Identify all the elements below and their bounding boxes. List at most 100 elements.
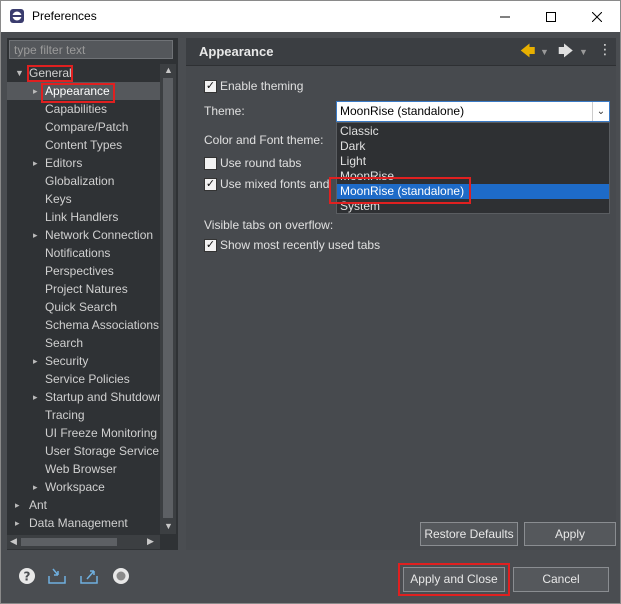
- forward-dropdown-icon[interactable]: ▼: [579, 47, 588, 57]
- theme-select-value: MoonRise (standalone): [340, 104, 465, 118]
- preferences-page: Appearance 🡄 ▼ 🡆 ▼ ⋮ ✓ Enable theming Th…: [186, 38, 616, 550]
- enable-theming-checkbox[interactable]: ✓ Enable theming: [204, 77, 424, 95]
- theme-select[interactable]: MoonRise (standalone) ⌄: [336, 101, 610, 122]
- theme-option[interactable]: System: [337, 199, 609, 214]
- page-title: Appearance: [199, 44, 274, 59]
- checkbox-checked-icon: ✓: [204, 80, 217, 93]
- chevron-right-icon: ▸: [33, 482, 38, 492]
- tree-vertical-scrollbar[interactable]: ▲ ▼: [160, 64, 176, 534]
- chevron-down-icon: ▼: [15, 68, 24, 78]
- checkbox-unchecked-icon: [204, 157, 217, 170]
- theme-label: Theme:: [204, 104, 245, 118]
- tree-item[interactable]: Quick Search: [45, 298, 117, 316]
- tree-item[interactable]: Startup and Shutdown: [45, 388, 161, 406]
- tree-item-general[interactable]: ▼ General: [7, 64, 161, 82]
- scroll-thumb[interactable]: [163, 78, 173, 518]
- svg-text:?: ?: [24, 570, 31, 584]
- theme-option[interactable]: Dark: [337, 139, 609, 154]
- tree-item[interactable]: Compare/Patch: [45, 118, 128, 136]
- close-button[interactable]: [574, 1, 620, 32]
- tree-item-ant[interactable]: Ant: [29, 496, 47, 514]
- scroll-right-icon[interactable]: ▶: [147, 536, 154, 547]
- tree-item[interactable]: UI Freeze Monitoring: [45, 424, 157, 442]
- tree-item[interactable]: Schema Associations: [45, 316, 159, 334]
- record-icon[interactable]: [111, 567, 131, 587]
- title-bar: Preferences: [1, 1, 620, 32]
- chevron-right-icon: ▸: [15, 500, 20, 510]
- tree-item[interactable]: Search: [45, 334, 83, 352]
- maximize-button[interactable]: [528, 1, 574, 32]
- view-menu-icon[interactable]: ⋮: [598, 41, 612, 58]
- scroll-thumb[interactable]: [21, 538, 117, 546]
- chevron-right-icon: ▸: [33, 392, 38, 402]
- tree-item-label: Appearance: [45, 84, 110, 98]
- checkbox-checked-icon: ✓: [204, 239, 217, 252]
- chevron-down-icon[interactable]: ⌄: [592, 102, 609, 121]
- theme-option[interactable]: Classic: [337, 124, 609, 139]
- preferences-tree: ▼ General ▸ Appearance Capabilities Comp…: [7, 64, 161, 534]
- checkbox-checked-icon: ✓: [204, 178, 217, 191]
- chevron-right-icon: ▸: [15, 518, 20, 528]
- chevron-right-icon: ▸: [33, 158, 38, 168]
- tree-horizontal-scrollbar[interactable]: ◀ ▶: [7, 535, 160, 549]
- tree-item[interactable]: User Storage Service: [45, 442, 159, 460]
- round-tabs-checkbox[interactable]: Use round tabs: [204, 154, 334, 172]
- tree-item[interactable]: Capabilities: [45, 100, 107, 118]
- tree-item[interactable]: Tracing: [45, 406, 85, 424]
- maximize-icon: [546, 11, 556, 22]
- tree-item[interactable]: Notifications: [45, 244, 110, 262]
- tree-item[interactable]: Content Types: [45, 136, 122, 154]
- forward-arrow-icon[interactable]: 🡆: [558, 41, 574, 66]
- tree-item[interactable]: Editors: [45, 154, 82, 172]
- tree-item[interactable]: Globalization: [45, 172, 114, 190]
- tree-item-data-management[interactable]: Data Management: [29, 514, 128, 532]
- show-recent-tabs-checkbox[interactable]: ✓ Show most recently used tabs: [204, 236, 404, 254]
- preferences-window: Preferences type filter text ▼ General ▸…: [0, 0, 621, 604]
- checkbox-label: Show most recently used tabs: [220, 238, 381, 252]
- filter-input[interactable]: type filter text: [9, 40, 173, 59]
- tree-item[interactable]: Perspectives: [45, 262, 114, 280]
- cancel-button[interactable]: Cancel: [513, 567, 609, 592]
- close-icon: [592, 11, 602, 22]
- scroll-left-icon[interactable]: ◀: [10, 536, 17, 547]
- help-icon[interactable]: ?: [17, 567, 37, 587]
- scroll-up-icon[interactable]: ▲: [164, 65, 173, 75]
- tree-item[interactable]: Network Connection: [45, 226, 153, 244]
- tree-item[interactable]: Keys: [45, 190, 72, 208]
- restore-defaults-button[interactable]: Restore Defaults: [420, 522, 518, 546]
- theme-dropdown-list: Classic Dark Light MoonRise MoonRise (st…: [336, 122, 610, 214]
- minimize-button[interactable]: [482, 1, 528, 32]
- tree-item[interactable]: Web Browser: [45, 460, 117, 478]
- theme-option[interactable]: Light: [337, 154, 609, 169]
- back-arrow-icon[interactable]: 🡄: [520, 41, 536, 66]
- chevron-right-icon: ▸: [33, 86, 38, 96]
- chevron-right-icon: ▸: [33, 230, 38, 240]
- tree-item[interactable]: Service Policies: [45, 370, 130, 388]
- visible-tabs-label: Visible tabs on overflow:: [204, 218, 334, 232]
- window-title: Preferences: [32, 9, 97, 23]
- page-header: Appearance 🡄 ▼ 🡆 ▼ ⋮: [186, 38, 616, 66]
- theme-option[interactable]: MoonRise: [337, 169, 609, 184]
- tree-item-label: General: [29, 66, 72, 80]
- back-dropdown-icon[interactable]: ▼: [540, 47, 549, 57]
- minimize-icon: [500, 16, 510, 17]
- tree-item[interactable]: Workspace: [45, 478, 105, 496]
- apply-and-close-button[interactable]: Apply and Close: [403, 567, 505, 592]
- tree-item[interactable]: Project Natures: [45, 280, 128, 298]
- checkbox-label: Use mixed fonts and: [220, 177, 330, 191]
- scroll-down-icon[interactable]: ▼: [164, 521, 173, 531]
- apply-button[interactable]: Apply: [524, 522, 616, 546]
- import-icon[interactable]: [47, 567, 67, 587]
- color-font-theme-label: Color and Font theme:: [204, 133, 324, 147]
- export-icon[interactable]: [79, 567, 99, 587]
- tree-item[interactable]: Link Handlers: [45, 208, 118, 226]
- tree-item-appearance[interactable]: ▸ Appearance: [7, 82, 161, 100]
- checkbox-label: Use round tabs: [220, 156, 302, 170]
- tree-item[interactable]: Security: [45, 352, 88, 370]
- eclipse-app-icon: [10, 9, 24, 23]
- theme-option-selected[interactable]: MoonRise (standalone): [337, 184, 609, 199]
- chevron-right-icon: ▸: [33, 356, 38, 366]
- preferences-nav-pane: type filter text ▼ General ▸ Appearance …: [7, 38, 178, 550]
- mixed-fonts-checkbox[interactable]: ✓ Use mixed fonts and: [204, 175, 334, 193]
- checkbox-label: Enable theming: [220, 79, 304, 93]
